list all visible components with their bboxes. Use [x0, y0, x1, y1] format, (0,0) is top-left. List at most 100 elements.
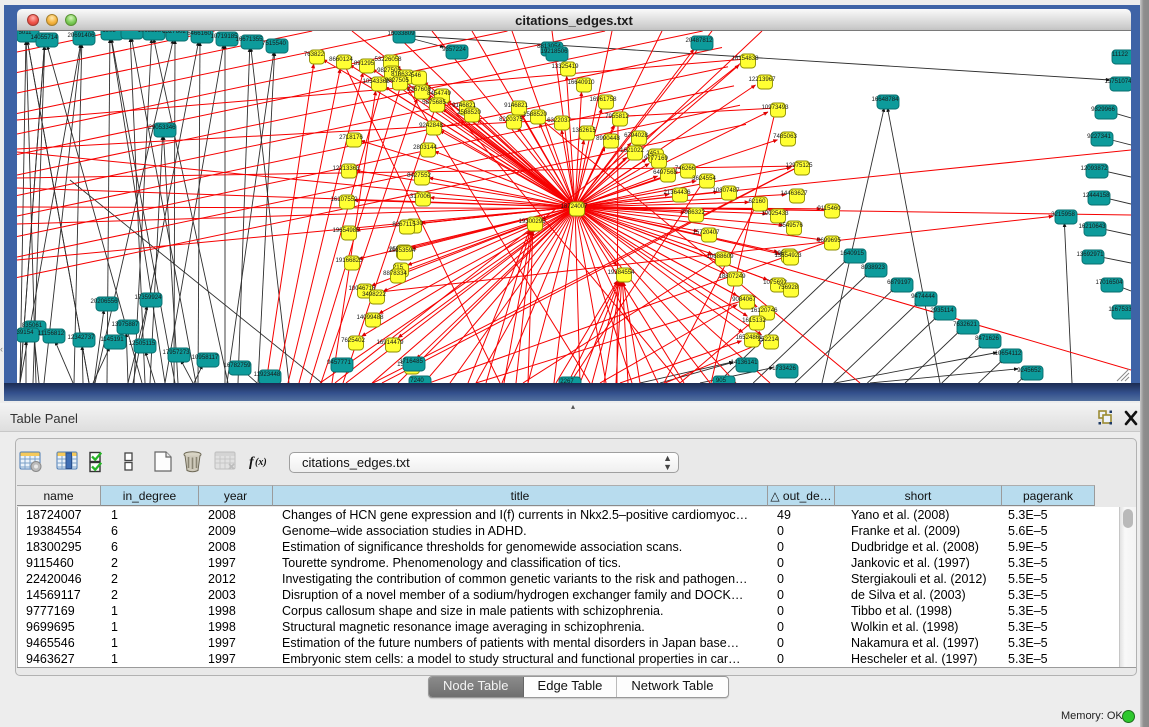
svg-text:8878334: 8878334 — [383, 270, 407, 277]
svg-text:8660124: 8660124 — [329, 56, 353, 63]
svg-text:1903: 1903 — [102, 31, 116, 34]
svg-text:8471626: 8471626 — [975, 335, 999, 342]
svg-text:546: 546 — [411, 72, 422, 79]
svg-text:17957273: 17957273 — [162, 349, 190, 356]
svg-text:1733426: 1733426 — [772, 365, 796, 372]
svg-text:252214: 252214 — [758, 336, 779, 343]
svg-text:16671355: 16671355 — [235, 36, 263, 43]
svg-text:13692971: 13692971 — [1076, 251, 1104, 258]
svg-text:19166825: 19166825 — [335, 257, 363, 264]
svg-text:17016504: 17016504 — [1095, 279, 1123, 286]
svg-text:10025433: 10025433 — [761, 210, 789, 217]
svg-text:12093872: 12093872 — [1080, 165, 1108, 172]
svg-text:2267: 2267 — [560, 378, 574, 383]
svg-text:13975887: 13975887 — [111, 321, 139, 328]
svg-text:3716485: 3716485 — [399, 358, 423, 365]
svg-text:62160: 62160 — [749, 198, 767, 205]
svg-text:11923448: 11923448 — [254, 371, 281, 378]
svg-text:9115460: 9115460 — [817, 205, 841, 212]
svg-text:7625402: 7625402 — [341, 337, 365, 344]
svg-text:16210643: 16210643 — [1078, 223, 1106, 230]
svg-text:1640915: 1640915 — [840, 250, 864, 257]
svg-text:9242848: 9242848 — [419, 122, 443, 129]
svg-text:3498222: 3498222 — [362, 291, 386, 298]
svg-text:15720407: 15720407 — [692, 229, 720, 236]
svg-text:10958117: 10958117 — [192, 354, 219, 361]
svg-text:10655287: 10655287 — [137, 31, 165, 34]
svg-text:10719185: 10719185 — [210, 33, 238, 40]
svg-text:11122: 11122 — [1112, 51, 1129, 58]
svg-text:13654923: 13654923 — [774, 252, 802, 259]
svg-text:8938923: 8938923 — [861, 264, 885, 271]
svg-text:9146821: 9146821 — [504, 102, 528, 109]
svg-text:14055714: 14055714 — [30, 34, 58, 41]
svg-text:10654112: 10654112 — [995, 350, 1022, 357]
svg-text:9357224: 9357224 — [442, 46, 466, 53]
svg-text:9474444: 9474444 — [911, 293, 935, 300]
svg-text:7955812: 7955812 — [605, 113, 629, 120]
svg-text:1621022: 1621022 — [620, 147, 644, 154]
svg-text:6322037: 6322037 — [547, 117, 571, 124]
svg-text:15353594: 15353594 — [388, 247, 416, 254]
svg-text:8267115: 8267115 — [392, 221, 416, 228]
svg-text:11156812: 11156812 — [38, 330, 65, 337]
svg-text:16120746: 16120746 — [750, 307, 778, 314]
svg-text:16914479: 16914479 — [376, 339, 404, 346]
svg-text:2588520: 2588520 — [457, 109, 481, 116]
svg-text:9699695: 9699695 — [817, 237, 841, 244]
svg-text:12213363: 12213363 — [332, 165, 360, 172]
svg-text:7986322: 7986322 — [681, 209, 705, 216]
svg-text:17359924: 17359924 — [134, 294, 162, 301]
svg-text:16782759: 16782759 — [223, 362, 251, 369]
svg-text:6497568: 6497568 — [653, 169, 677, 176]
svg-text:2935114: 2935114 — [930, 307, 954, 314]
svg-text:14136141: 14136141 — [730, 359, 758, 366]
svg-text:9227341: 9227341 — [1087, 133, 1111, 140]
svg-text:53226058: 53226058 — [374, 56, 402, 63]
svg-text:8990448: 8990448 — [596, 135, 620, 142]
svg-text:1615132: 1615132 — [742, 317, 766, 324]
svg-text:1527602: 1527602 — [162, 31, 186, 35]
svg-text:7485063: 7485063 — [773, 133, 797, 140]
svg-text:1167533: 1167533 — [1108, 306, 1131, 313]
svg-text:3549576: 3549576 — [779, 222, 803, 229]
svg-text:317006: 317006 — [410, 193, 431, 200]
svg-text:8220375: 8220375 — [499, 116, 523, 123]
svg-text:10807487: 10807487 — [712, 187, 740, 194]
svg-text:20691406: 20691406 — [67, 32, 95, 39]
svg-text:9329966: 9329966 — [1091, 106, 1115, 113]
svg-text:7632621: 7632621 — [953, 321, 977, 328]
svg-text:16033809: 16033809 — [387, 31, 415, 37]
svg-text:19300295: 19300295 — [518, 218, 546, 225]
svg-text:10973493: 10973493 — [761, 104, 789, 111]
svg-text:8427552: 8427552 — [407, 172, 431, 179]
svg-text:12505115: 12505115 — [129, 340, 156, 347]
svg-text:14099488: 14099488 — [356, 314, 384, 321]
svg-text:3624554: 3624554 — [692, 175, 716, 182]
svg-text:19218506: 19218506 — [540, 48, 568, 55]
svg-text:1588520: 1588520 — [523, 111, 547, 118]
svg-text:6794028: 6794028 — [624, 132, 648, 139]
svg-text:16107552: 16107552 — [330, 196, 358, 203]
svg-text:746266: 746266 — [675, 165, 696, 172]
svg-text:13325419: 13325419 — [551, 63, 579, 70]
svg-text:7515540: 7515540 — [262, 40, 286, 47]
svg-text:2803144: 2803144 — [413, 144, 437, 151]
svg-text:12213967: 12213967 — [748, 76, 776, 83]
svg-text:905: 905 — [716, 377, 727, 383]
svg-text:19384554: 19384554 — [607, 269, 635, 276]
svg-text:2718176: 2718176 — [339, 134, 363, 141]
svg-text:20487812: 20487812 — [685, 37, 713, 44]
svg-text:6466160: 6466160 — [187, 31, 211, 37]
svg-text:(x): (x) — [255, 457, 267, 468]
svg-text:16961758: 16961758 — [589, 96, 617, 103]
svg-text:763822: 763822 — [304, 51, 325, 58]
svg-text:9327505: 9327505 — [385, 77, 409, 84]
svg-text:12444158: 12444158 — [1082, 192, 1110, 199]
svg-text:9777169: 9777169 — [644, 155, 668, 162]
svg-text:10688609: 10688609 — [706, 253, 734, 260]
svg-text:12975125: 12975125 — [785, 162, 813, 169]
svg-text:3215958: 3215958 — [1051, 211, 1075, 218]
svg-text:16640910: 16640910 — [567, 79, 595, 86]
svg-text:891295: 891295 — [354, 60, 375, 67]
